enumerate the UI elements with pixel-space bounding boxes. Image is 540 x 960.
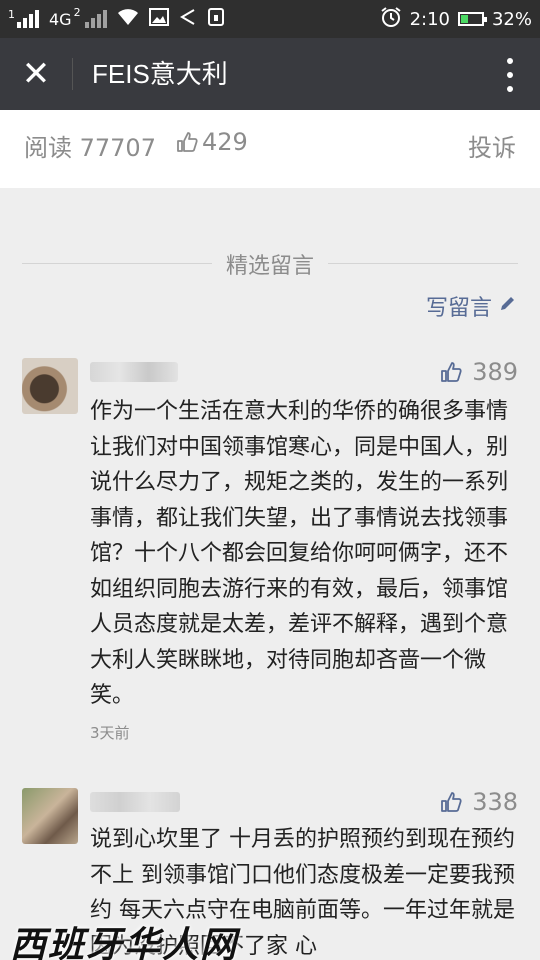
comments-section-title: 精选留言 [225,254,314,279]
wifi-icon [117,8,139,30]
alarm-icon [380,6,402,33]
sim1-indicator: 1 [8,8,15,21]
cast-icon [179,8,197,30]
write-comment-label: 写留言 [425,296,492,321]
status-bar: 1 4G 2 2:10 32% [0,0,540,38]
image-notification-icon [148,8,169,30]
complain-link[interactable]: 投诉 [468,128,516,163]
thumbs-up-icon [440,791,462,813]
thumbs-up-icon [440,361,462,383]
commenter-name-blurred [90,362,178,382]
title-divider [72,58,73,90]
article-like-count: 429 [202,128,248,156]
article-like-button[interactable]: 429 [176,128,248,156]
more-vertical-icon[interactable] [504,58,516,92]
signal-strength-icon [17,10,39,28]
watermark-text: 西班牙华人网 [10,924,239,960]
lock-notification-icon [207,7,225,31]
comment-like-button[interactable]: 389 [440,358,518,386]
comment-item: 389 作为一个生活在意大利的华侨的确很多事情让我们对中国领事馆寒心，同是中国人… [0,358,540,742]
comment-like-count: 389 [472,358,518,386]
avatar[interactable] [22,358,78,414]
watermark-logo: 西班牙华人网 [0,910,540,960]
comments-section-header: 精选留言 [22,248,518,279]
comment-like-count: 338 [472,788,518,816]
section-divider-right [328,263,518,264]
pencil-icon [498,294,516,319]
battery-percent: 32% [491,8,532,30]
avatar[interactable] [22,788,78,844]
comment-like-button[interactable]: 338 [440,788,518,816]
battery-icon [457,12,487,26]
network-type: 4G [49,9,72,29]
thumbs-up-icon [176,131,198,153]
comment-time: 3天前 [90,724,130,742]
title-bar: ✕ FEIS意大利 [0,38,540,110]
close-icon[interactable]: ✕ [18,56,54,92]
sim2-indicator: 2 [73,6,81,19]
article-stats: 阅读 77707 429 投诉 [0,110,540,188]
write-comment-link[interactable]: 写留言 [426,290,516,322]
commenter-name-blurred [90,792,180,812]
signal-strength-2-icon [84,10,107,28]
page-title: FEIS意大利 [92,59,228,89]
comment-text: 作为一个生活在意大利的华侨的确很多事情让我们对中国领事馆寒心，同是中国人，别说什… [90,399,509,708]
read-count: 阅读 77707 [24,134,156,162]
clock-time: 2:10 [409,8,450,30]
